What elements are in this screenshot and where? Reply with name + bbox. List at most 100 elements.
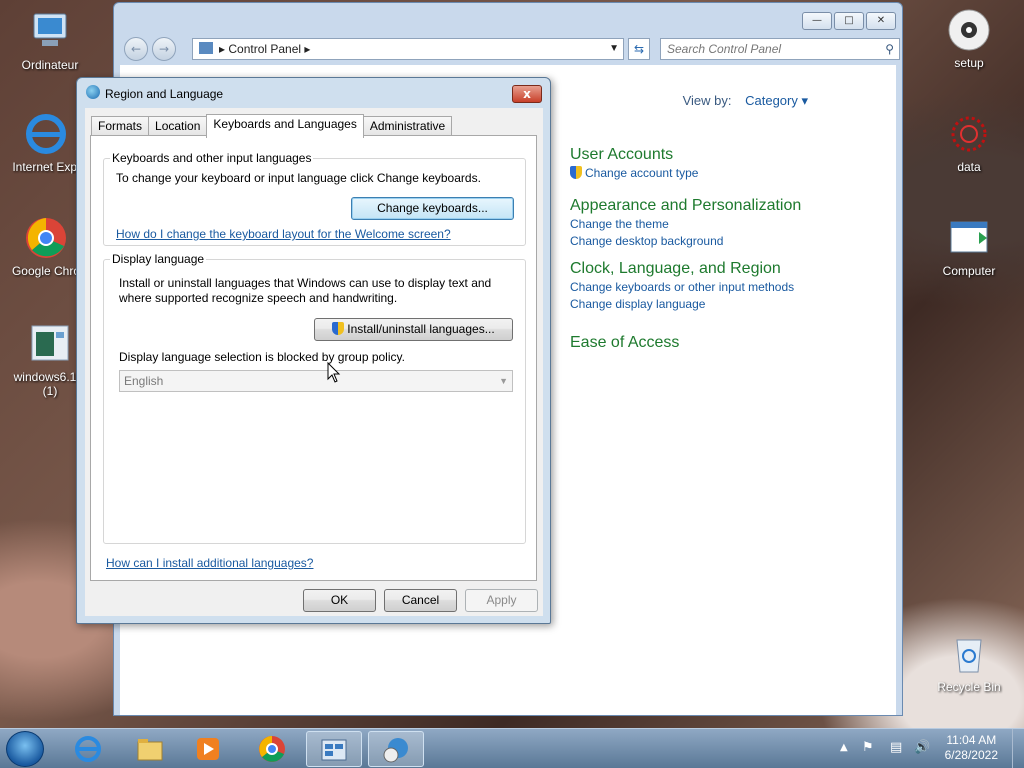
tab-strip: Formats Location Keyboards and Languages…: [91, 114, 453, 138]
group-title: Keyboards and other input languages: [110, 151, 314, 165]
taskbar-file-explorer[interactable]: [122, 731, 178, 767]
show-desktop-button[interactable]: [1012, 729, 1024, 768]
desktop-icon-data[interactable]: data: [927, 112, 1011, 174]
taskbar-region-language[interactable]: [368, 731, 424, 767]
search-placeholder: Search Control Panel: [667, 42, 782, 56]
dialog-body: Formats Location Keyboards and Languages…: [85, 108, 543, 616]
desktop-icon-internet-explorer[interactable]: Internet Expl: [8, 112, 84, 174]
clock-time: 11:04 AM: [946, 733, 997, 747]
welcome-screen-layout-link[interactable]: How do I change the keyboard layout for …: [116, 227, 451, 241]
chrome-icon: [259, 736, 285, 762]
taskbar-internet-explorer[interactable]: [60, 731, 116, 767]
category-link[interactable]: Change keyboards or other input methods: [570, 279, 794, 296]
close-button[interactable]: ✕: [866, 12, 896, 30]
window-app-icon: [947, 216, 991, 260]
category-link[interactable]: Change desktop background: [570, 233, 801, 250]
taskbar-chrome[interactable]: [244, 731, 300, 767]
media-player-icon: [197, 738, 219, 760]
category-link[interactable]: Change account type: [570, 165, 698, 182]
computer-icon: [28, 10, 72, 54]
desktop-icon-setup[interactable]: setup: [927, 8, 1011, 70]
installer-file-icon: [28, 322, 72, 366]
recycle-bin-icon: [947, 632, 991, 676]
display-language-description: Install or uninstall languages that Wind…: [119, 276, 492, 305]
category-title[interactable]: Appearance and Personalization: [570, 196, 801, 216]
display-language-select[interactable]: English ▼: [119, 370, 513, 392]
search-input[interactable]: Search Control Panel ⚲: [660, 38, 900, 60]
start-button[interactable]: [6, 731, 44, 767]
taskbar: ▲ ⚑ ▤ 🔊 11:04 AM 6/28/2022: [0, 728, 1024, 768]
address-arrow-icon: ▸: [301, 42, 311, 56]
desktop-icon-google-chrome[interactable]: Google Chro: [8, 216, 84, 278]
tab-formats[interactable]: Formats: [91, 116, 150, 136]
forward-button[interactable]: →: [152, 37, 176, 61]
chrome-icon: [24, 216, 68, 260]
chevron-down-icon: ▼: [499, 376, 508, 386]
internet-explorer-icon: [24, 112, 68, 156]
region-language-dialog: Region and Language x Formats Location K…: [76, 77, 551, 624]
category-user-accounts: User Accounts Change account type: [570, 145, 698, 182]
display-language-group: Display language Install or uninstall la…: [103, 252, 526, 544]
desktop-icon-label: data: [957, 160, 981, 174]
category-title[interactable]: Ease of Access: [570, 333, 679, 353]
category-link[interactable]: Change the theme: [570, 216, 801, 233]
view-by: View by: Category ▾: [683, 93, 808, 109]
install-additional-languages-link[interactable]: How can I install additional languages?: [106, 556, 313, 570]
mouse-cursor: [327, 362, 341, 383]
address-bar[interactable]: ▸ Control Panel ▸ ▼: [192, 38, 624, 60]
internet-explorer-icon: [75, 736, 101, 762]
window-controls: — □ ✕: [802, 12, 896, 30]
desktop-icon-computer[interactable]: Computer: [927, 216, 1011, 278]
keyboards-description: To change your keyboard or input languag…: [116, 171, 481, 185]
view-by-label: View by:: [682, 93, 732, 108]
category-link[interactable]: Change display language: [570, 296, 794, 313]
search-icon: ⚲: [885, 42, 894, 56]
group-title: Display language: [110, 252, 207, 266]
show-hidden-icons[interactable]: ▲: [840, 742, 848, 753]
view-by-dropdown[interactable]: Category ▾: [745, 93, 808, 108]
desktop-icon-label: setup: [954, 56, 984, 70]
desktop-icon-label: Internet Expl: [12, 160, 80, 174]
tab-keyboards-and-languages[interactable]: Keyboards and Languages: [206, 114, 364, 138]
folder-icon: [137, 739, 163, 761]
category-title[interactable]: Clock, Language, and Region: [570, 259, 794, 279]
tab-administrative[interactable]: Administrative: [362, 116, 453, 136]
shield-icon: [332, 322, 345, 335]
tab-location[interactable]: Location: [148, 116, 208, 136]
action-center-icon[interactable]: ⚑: [862, 740, 874, 755]
control-panel-icon: [199, 42, 213, 54]
taskbar-control-panel[interactable]: [306, 731, 362, 767]
maximize-button[interactable]: □: [834, 12, 864, 30]
volume-icon[interactable]: 🔊: [914, 740, 930, 755]
network-icon[interactable]: ▤: [890, 740, 902, 755]
refresh-button[interactable]: ⇆: [628, 38, 650, 60]
navigation-bar: ← → ▸ Control Panel ▸ ▼ ⇆ Search Control…: [120, 35, 900, 63]
address-dropdown-icon[interactable]: ▼: [609, 39, 619, 59]
disc-icon: [947, 8, 991, 52]
cancel-button[interactable]: Cancel: [384, 589, 457, 612]
desktop-icon-label: Recycle Bin: [937, 680, 1001, 694]
install-uninstall-languages-button[interactable]: Install/uninstall languages...: [314, 318, 513, 341]
back-button[interactable]: ←: [124, 37, 148, 61]
desktop-icon-label: Ordinateur: [21, 58, 79, 72]
category-title[interactable]: User Accounts: [570, 145, 698, 165]
address-text: Control Panel: [228, 42, 302, 56]
desktop-icon-label: Google Chro: [11, 264, 81, 278]
keyboards-group: Keyboards and other input languages To c…: [103, 151, 526, 246]
globe-clock-icon: [383, 738, 408, 763]
system-clock[interactable]: 11:04 AM 6/28/2022: [945, 733, 998, 763]
clock-date: 6/28/2022: [944, 748, 998, 762]
ok-button[interactable]: OK: [303, 589, 376, 612]
desktop-icon-ordinateur[interactable]: Ordinateur: [8, 10, 92, 72]
taskbar-media-player[interactable]: [180, 731, 236, 767]
dialog-close-button[interactable]: x: [512, 85, 542, 103]
apply-button[interactable]: Apply: [465, 589, 538, 612]
tab-panel: Keyboards and other input languages To c…: [90, 135, 537, 581]
category-clock-language-region: Clock, Language, and Region Change keybo…: [570, 259, 794, 313]
change-keyboards-button[interactable]: Change keyboards...: [351, 197, 514, 220]
control-panel-icon: [321, 739, 347, 761]
address-arrow-icon: ▸: [219, 42, 229, 56]
desktop-icon-recycle-bin[interactable]: Recycle Bin: [927, 632, 1011, 694]
minimize-button[interactable]: —: [802, 12, 832, 30]
dialog-title: Region and Language: [105, 87, 224, 101]
